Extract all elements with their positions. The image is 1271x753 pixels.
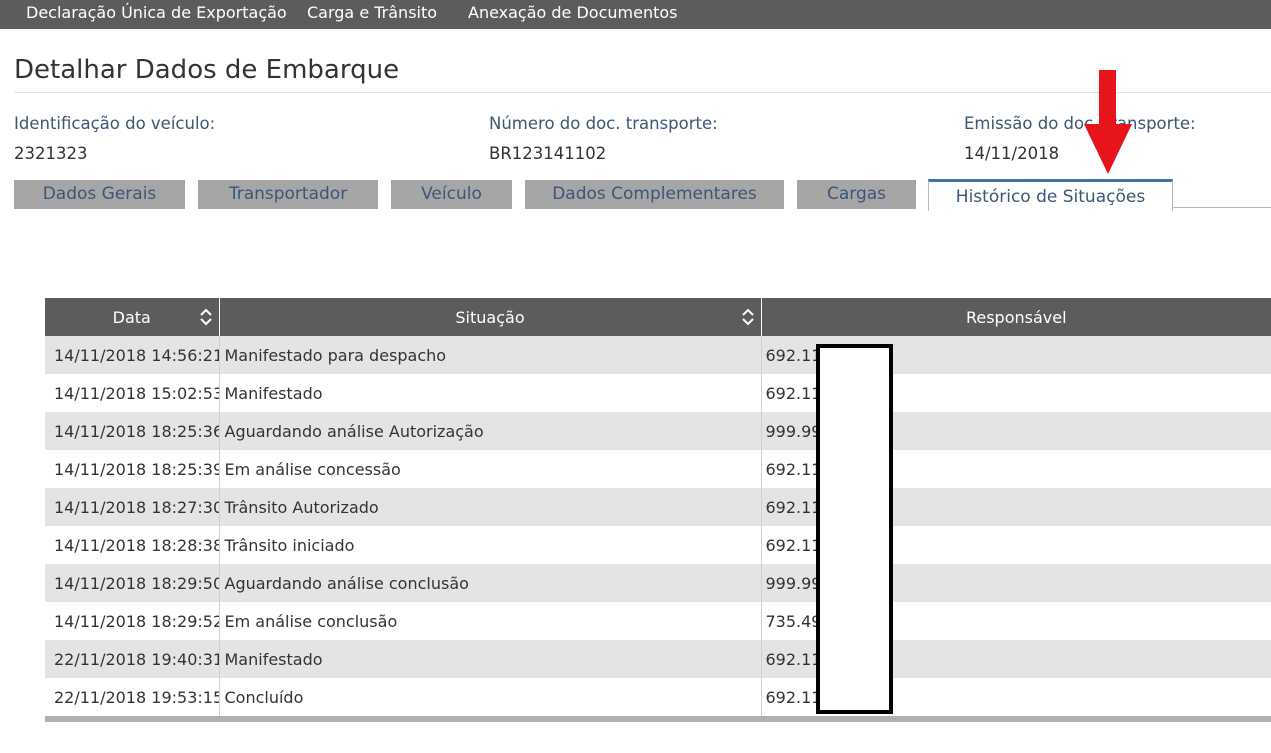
cell-date: 22/11/2018 19:40:31: [45, 640, 220, 678]
cell-status: Manifestado para despacho: [219, 336, 762, 374]
cell-date: 14/11/2018 15:02:53: [45, 374, 220, 412]
vehicle-id-label: Identificação do veículo:: [14, 114, 216, 133]
cell-status: Aguardando análise Autorização: [219, 412, 762, 450]
red-arrow-annotation-icon: [1084, 70, 1132, 174]
cell-date: 14/11/2018 18:25:39: [45, 450, 220, 488]
tab-strip-rule: [1173, 207, 1271, 208]
cell-date: 14/11/2018 14:56:21: [45, 336, 220, 374]
cell-date: 14/11/2018 18:29:50: [45, 564, 220, 602]
nav-item-carga-transito[interactable]: Carga e Trânsito: [307, 0, 437, 29]
sort-icon[interactable]: [199, 308, 213, 326]
table-row: 22/11/2018 19:53:15 Concluído 692.11: [45, 678, 1271, 716]
doc-number-field: Número do doc. transporte: BR123141102: [489, 113, 718, 165]
cell-status: Trânsito iniciado: [219, 526, 762, 564]
table-row: 14/11/2018 18:27:30 Trânsito Autorizado …: [45, 488, 1271, 526]
tab-dados-gerais[interactable]: Dados Gerais: [14, 180, 185, 209]
tab-dados-complementares[interactable]: Dados Complementares: [525, 180, 784, 209]
table-header-row: Data Situação Responsável: [45, 298, 1271, 336]
column-header-responsavel: Responsável: [761, 298, 1271, 336]
page-title: Detalhar Dados de Embarque: [14, 55, 400, 85]
doc-number-value: BR123141102: [489, 144, 607, 163]
cell-status: Em análise concessão: [219, 450, 762, 488]
cell-date: 14/11/2018 18:29:52: [45, 602, 220, 640]
table-row: 14/11/2018 18:25:36 Aguardando análise A…: [45, 412, 1271, 450]
vehicle-id-value: 2321323: [14, 144, 88, 163]
tab-transportador[interactable]: Transportador: [198, 180, 378, 209]
redaction-box: [816, 344, 893, 714]
table-row: 14/11/2018 18:28:38 Trânsito iniciado 69…: [45, 526, 1271, 564]
history-table: Data Situação Responsável 14/11/2018 14:…: [45, 298, 1271, 716]
column-header-situacao-label: Situação: [455, 307, 525, 327]
table-row: 22/11/2018 19:40:31 Manifestado 692.11: [45, 640, 1271, 678]
table-row: 14/11/2018 18:29:50 Aguardando análise c…: [45, 564, 1271, 602]
cell-status: Aguardando análise conclusão: [219, 564, 762, 602]
top-nav: Declaração Única de Exportação Carga e T…: [0, 0, 1271, 29]
cell-status: Manifestado: [219, 374, 762, 412]
table-row: 14/11/2018 18:25:39 Em análise concessão…: [45, 450, 1271, 488]
cell-date: 14/11/2018 18:27:30: [45, 488, 220, 526]
cell-status: Concluído: [219, 678, 762, 716]
column-header-data-label: Data: [112, 307, 151, 327]
cell-date: 14/11/2018 18:28:38: [45, 526, 220, 564]
table-row: 14/11/2018 15:02:53 Manifestado 692.11: [45, 374, 1271, 412]
cell-status: Manifestado: [219, 640, 762, 678]
cell-status: Em análise conclusão: [219, 602, 762, 640]
column-header-data[interactable]: Data: [45, 298, 220, 336]
tab-historico-situacoes[interactable]: Histórico de Situações: [928, 179, 1173, 211]
vehicle-id-field: Identificação do veículo: 2321323: [14, 113, 215, 165]
cell-date: 14/11/2018 18:25:36: [45, 412, 220, 450]
tab-cargas[interactable]: Cargas: [797, 180, 916, 209]
nav-item-anexacao[interactable]: Anexação de Documentos: [468, 0, 678, 29]
table-row: 14/11/2018 18:29:52 Em análise conclusão…: [45, 602, 1271, 640]
nav-item-due[interactable]: Declaração Única de Exportação: [26, 0, 287, 29]
cell-date: 22/11/2018 19:53:15: [45, 678, 220, 716]
sort-icon[interactable]: [741, 308, 755, 326]
column-header-situacao[interactable]: Situação: [219, 298, 762, 336]
tab-veiculo[interactable]: Veículo: [391, 180, 512, 209]
table-bottom-border: [45, 716, 1271, 722]
column-header-responsavel-label: Responsável: [965, 307, 1067, 327]
doc-number-label: Número do doc. transporte:: [489, 114, 718, 133]
table-row: 14/11/2018 14:56:21 Manifestado para des…: [45, 336, 1271, 374]
cell-status: Trânsito Autorizado: [219, 488, 762, 526]
